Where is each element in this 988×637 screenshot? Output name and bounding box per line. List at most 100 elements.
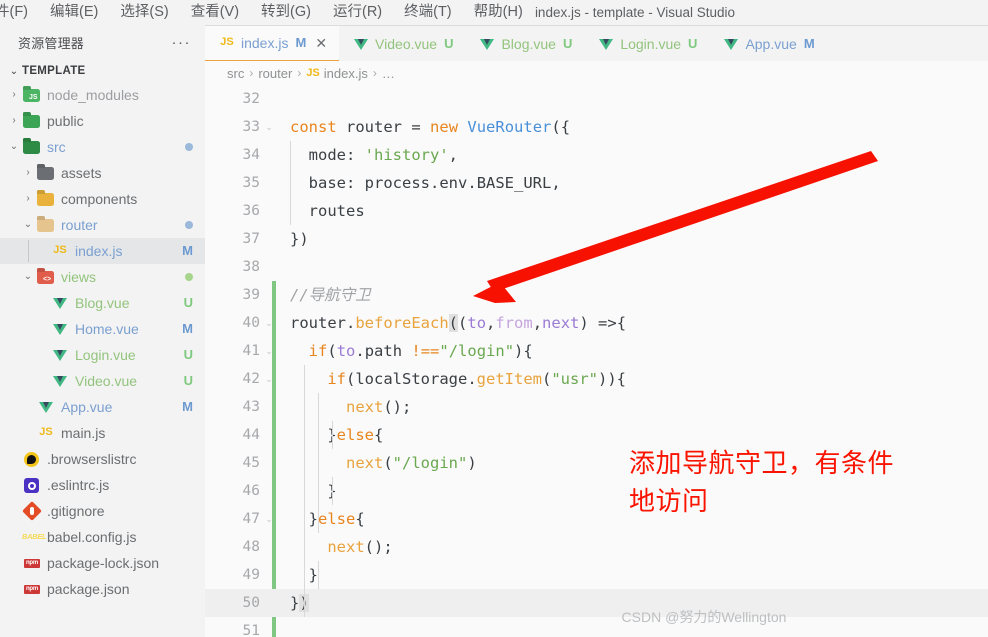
fold-chevron-down-icon[interactable]: ⌄ — [263, 365, 275, 393]
tree-item-views[interactable]: ⌄ <> views — [0, 264, 205, 290]
line-number: 35 — [242, 175, 260, 191]
line-number: 46 — [242, 483, 260, 499]
chevron-down-icon[interactable]: ⌄ — [20, 212, 36, 238]
code-line-40[interactable]: 40 ⌄ router.beforeEach((to,from,next) =>{ — [205, 309, 988, 337]
file-type-icon — [22, 138, 42, 156]
breadcrumb-segment[interactable]: … — [382, 66, 395, 81]
code-line-35[interactable]: 35 base: process.env.BASE_URL, — [205, 169, 988, 197]
tree-item-package-lock-json[interactable]: npm package-lock.json — [0, 550, 205, 576]
tree-item-router[interactable]: ⌄ router — [0, 212, 205, 238]
code-line-39[interactable]: 39 //导航守卫 — [205, 281, 988, 309]
vue-icon — [724, 39, 739, 50]
tree-item-label: assets — [61, 165, 102, 181]
git-status-badge: M — [182, 243, 193, 258]
tree-item-blog-vue[interactable]: Blog.vue U — [0, 290, 205, 316]
folder-icon — [23, 115, 40, 128]
file-type-icon — [22, 450, 42, 468]
file-type-icon — [596, 35, 616, 53]
tree-item-browserslistrc[interactable]: .browserslistrc — [0, 446, 205, 472]
unsaved-dot-icon — [185, 221, 193, 229]
breadcrumb-segment[interactable]: index.js — [324, 66, 368, 81]
editor-tab-login-vue[interactable]: Login.vue U — [584, 26, 709, 62]
code-line-38[interactable]: 38 — [205, 253, 988, 281]
code-line-48[interactable]: 48 next(); — [205, 533, 988, 561]
tree-item-eslintrc-js[interactable]: .eslintrc.js — [0, 472, 205, 498]
tab-status-badge: U — [688, 36, 698, 51]
breadcrumb-segment[interactable]: router — [258, 66, 292, 81]
indent-guide — [332, 421, 333, 449]
line-number: 44 — [242, 427, 260, 443]
tree-item-src[interactable]: ⌄ src — [0, 134, 205, 160]
code-line-42[interactable]: 42 ⌄ if(localStorage.getItem("usr")){ — [205, 365, 988, 393]
code-text: //导航守卫 — [290, 286, 371, 304]
indent-guide — [290, 141, 291, 225]
editor-tab-video-vue[interactable]: Video.vue U — [339, 26, 465, 62]
tree-item-components[interactable]: › components — [0, 186, 205, 212]
editor-tab-app-vue[interactable]: App.vue M — [709, 26, 826, 62]
tab-status-badge: M — [803, 36, 815, 51]
code-text: if(localStorage.getItem("usr")){ — [327, 370, 627, 388]
chevron-right-icon[interactable]: › — [6, 82, 22, 108]
tab-label: index.js — [241, 35, 289, 51]
line-number: 33 — [242, 119, 260, 135]
tab-status-badge: U — [444, 36, 454, 51]
file-type-icon — [50, 346, 70, 364]
code-line-32[interactable]: 32 — [205, 85, 988, 113]
fold-chevron-down-icon[interactable]: ⌄ — [263, 337, 275, 365]
vue-icon — [53, 350, 67, 361]
breadcrumb-segment[interactable]: src — [227, 66, 244, 81]
tree-item-node-modules[interactable]: › JS node_modules — [0, 82, 205, 108]
code-line-33[interactable]: 33 ⌄ const router = new VueRouter({ — [205, 113, 988, 141]
tree-item-babel-config-js[interactable]: BABEL babel.config.js — [0, 524, 205, 550]
file-type-icon: BABEL — [22, 528, 47, 546]
tree-item-main-js[interactable]: JS main.js — [0, 420, 205, 446]
code-line-37[interactable]: 37}) — [205, 225, 988, 253]
code-line-49[interactable]: 49 } — [205, 561, 988, 589]
tree-item-login-vue[interactable]: Login.vue U — [0, 342, 205, 368]
chevron-right-icon[interactable]: › — [6, 108, 22, 134]
tree-item-label: views — [61, 269, 97, 285]
tree-item-label: Video.vue — [75, 373, 138, 389]
tree-item-app-vue[interactable]: App.vue M — [0, 394, 205, 420]
git-status-badge: U — [183, 373, 193, 388]
tree-item-assets[interactable]: › assets — [0, 160, 205, 186]
tree-item-package-json[interactable]: npm package.json — [0, 576, 205, 602]
vue-icon — [53, 298, 67, 309]
file-type-icon: JS — [217, 34, 237, 52]
workspace-section-header[interactable]: ⌄ TEMPLATE — [0, 60, 205, 82]
more-actions-icon[interactable]: ··· — [172, 35, 192, 50]
editor-tab-index-js[interactable]: JS index.js M ✕ — [205, 26, 340, 62]
code-editor[interactable]: 32 33 ⌄ const router = new VueRouter({34 mo… — [205, 85, 988, 637]
tree-item-home-vue[interactable]: Home.vue M — [0, 316, 205, 342]
line-number: 45 — [242, 455, 260, 471]
fold-chevron-down-icon[interactable]: ⌄ — [263, 309, 275, 337]
tree-item-gitignore[interactable]: .gitignore — [0, 498, 205, 524]
fold-chevron-down-icon[interactable]: ⌄ — [263, 113, 275, 141]
code-line-43[interactable]: 43 next(); — [205, 393, 988, 421]
chevron-down-icon[interactable]: ⌄ — [6, 134, 22, 160]
file-type-icon: JS — [36, 424, 56, 442]
line-number: 43 — [242, 399, 260, 415]
close-icon[interactable]: ✕ — [315, 26, 327, 61]
editor-tab-bar: JS index.js M ✕ Video.vue U Blog.vue U Login.vue… — [205, 25, 988, 62]
chevron-down-icon[interactable]: ⌄ — [20, 264, 36, 290]
file-type-icon: JS — [50, 242, 70, 260]
tree-item-public[interactable]: › public — [0, 108, 205, 134]
chevron-right-icon[interactable]: › — [20, 186, 36, 212]
line-number: 39 — [242, 287, 260, 303]
code-line-41[interactable]: 41 ⌄ if(to.path !=="/login"){ — [205, 337, 988, 365]
editor-tab-blog-vue[interactable]: Blog.vue U — [465, 26, 584, 62]
annotation-line-1: 添加导航守卫，有条件 — [629, 448, 895, 478]
tree-item-video-vue[interactable]: Video.vue U — [0, 368, 205, 394]
vscode-window: 件(F) 编辑(E) 选择(S) 查看(V) 转到(G) 运行(R) 终端(T) 帮助(H) … — [0, 0, 988, 637]
workspace-name: TEMPLATE — [22, 65, 86, 77]
npm-icon: npm — [24, 585, 40, 594]
tree-item-index-js[interactable]: JS index.js M — [0, 238, 205, 264]
code-line-34[interactable]: 34 mode: 'history', — [205, 141, 988, 169]
chevron-right-icon[interactable]: › — [20, 160, 36, 186]
explorer-title: 资源管理器 — [18, 36, 85, 51]
code-text: router.beforeEach((to,from,next) =>{ — [290, 314, 627, 332]
breadcrumb: src › router › JS index.js ›… — [205, 61, 988, 85]
code-line-36[interactable]: 36 routes — [205, 197, 988, 225]
fold-chevron-down-icon[interactable]: ⌄ — [263, 505, 275, 533]
